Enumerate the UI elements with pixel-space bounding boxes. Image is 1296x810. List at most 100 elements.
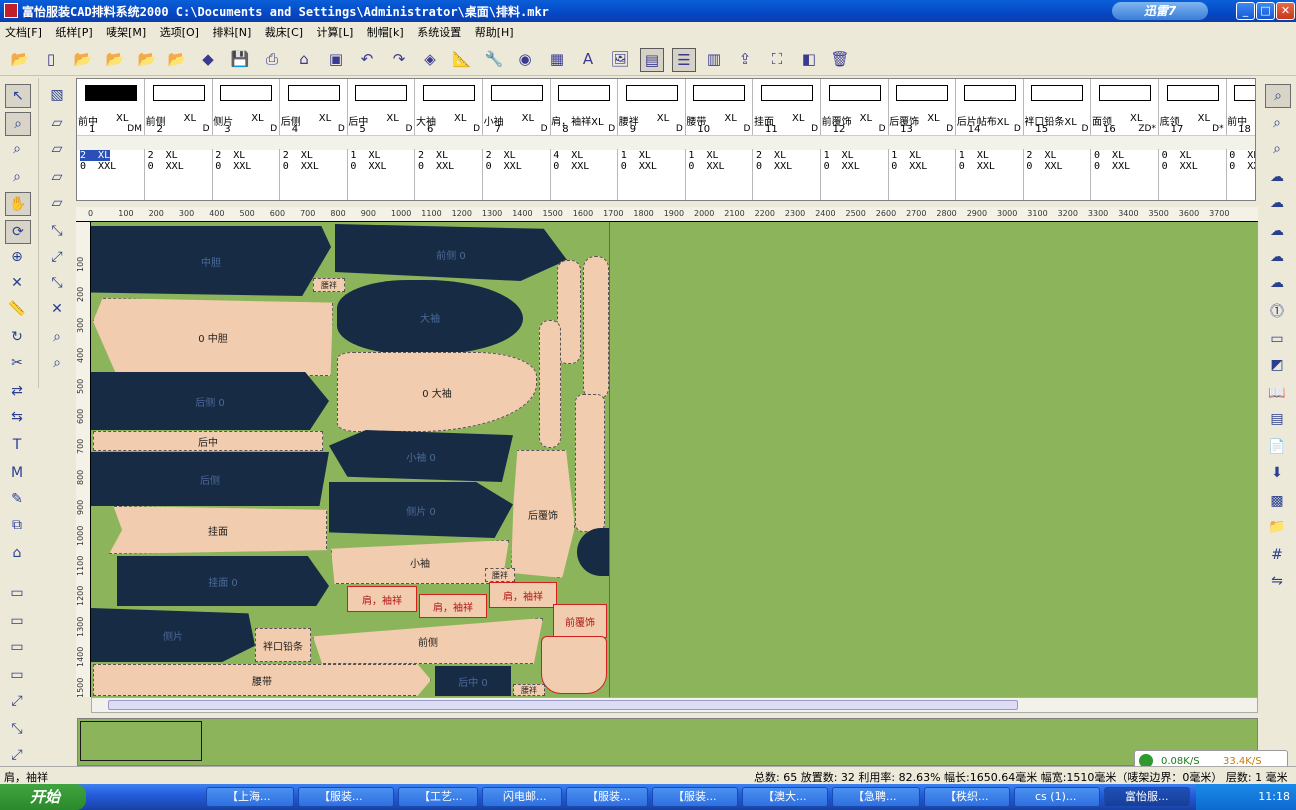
layout-view-icon[interactable]: ▤	[640, 48, 664, 72]
select-arrow-icon[interactable]: ↖	[5, 84, 31, 108]
preview-icon[interactable]: ▣	[325, 48, 347, 70]
menu-cutting[interactable]: 裁床[C]	[260, 22, 308, 40]
piece-cell[interactable]: 前覆饰 XL 12 D	[821, 79, 889, 135]
marker-icon[interactable]: ◧	[798, 48, 820, 70]
place-piece-5-icon[interactable]: ☁	[1265, 272, 1289, 294]
menu-nesting[interactable]: 排料[N]	[207, 22, 256, 40]
piece-belt[interactable]: 腰带	[93, 664, 431, 696]
piece-cell[interactable]: 底领 XL 17 D*	[1159, 79, 1227, 135]
menu-options[interactable]: 选项[O]	[155, 22, 204, 40]
piece-e-icon[interactable]: ⤢	[5, 690, 29, 712]
measure-icon[interactable]: 📏	[5, 298, 29, 320]
canvas-horizontal-scrollbar[interactable]	[91, 697, 1258, 713]
piece-collar-3[interactable]	[539, 320, 561, 448]
piece-cell[interactable]: 前侧 XL 2 D	[145, 79, 213, 135]
zoom-all-icon[interactable]: ⌕	[5, 166, 29, 188]
quantity-cell[interactable]: 2 XL 0 XXL	[77, 149, 145, 200]
menu-system-settings[interactable]: 系统设置	[412, 22, 466, 40]
piece-cell[interactable]: 腰袢 XL 9 D	[618, 79, 686, 135]
piece-side-panel-0[interactable]: 侧片 0	[329, 482, 513, 538]
piece-waist-tab-2[interactable]: 腰袢	[485, 568, 515, 582]
flip-icon[interactable]: ✕	[5, 272, 29, 294]
menu-document[interactable]: 文档[F]	[0, 22, 47, 40]
piece-d-icon[interactable]: ▭	[5, 664, 29, 686]
import-icon[interactable]: 📂	[166, 48, 188, 70]
piece-view-2-icon[interactable]: ▱	[45, 138, 69, 160]
zoom-in-right-icon[interactable]: ⌕	[1265, 112, 1289, 134]
piece-front-center[interactable]: 中胆	[91, 226, 331, 296]
piece-cell[interactable]: 小袖 XL 7 D	[483, 79, 551, 135]
start-button[interactable]: 开始	[0, 784, 86, 810]
text-image-icon[interactable]: 🖼	[609, 48, 631, 70]
quantity-cell[interactable]: 1 XL 0 XXL	[821, 149, 889, 200]
rectangle-icon[interactable]: ▭	[1265, 328, 1289, 350]
scrollbar-thumb[interactable]	[108, 700, 1018, 710]
piece-facing-0[interactable]: 挂面 0	[117, 556, 329, 606]
quantity-cell[interactable]: 4 XL 0 XXL	[550, 149, 619, 200]
task-item[interactable]: cs (1)...	[1014, 787, 1100, 807]
menu-calculate[interactable]: 计算[L]	[312, 22, 359, 40]
piece-shoulder-tab-1[interactable]: 肩，袖祥	[347, 586, 417, 612]
quantity-cell[interactable]: 2 XL 0 XXL	[415, 149, 483, 200]
counter-icon[interactable]: ⓵	[1265, 300, 1289, 322]
text-tool-icon[interactable]: T	[5, 434, 29, 456]
task-item-active[interactable]: 富怡服...	[1104, 787, 1190, 807]
minimize-button[interactable]: _	[1236, 2, 1255, 20]
close-button[interactable]: ✕	[1276, 2, 1295, 20]
piece-view-4-icon[interactable]: ▱	[45, 192, 69, 214]
transform-1-icon[interactable]: ⤡	[45, 220, 69, 242]
open-marker-icon[interactable]: 📂	[104, 48, 126, 70]
task-item[interactable]: 【秩织...	[924, 787, 1010, 807]
piece-front-center-0[interactable]: 0 中胆	[93, 298, 333, 376]
piece-cell[interactable]: 面领 XL 16 ZD*	[1091, 79, 1159, 135]
quantity-cell[interactable]: 2 XL 0 XXL	[212, 149, 281, 200]
piece-shoulder-tab-3[interactable]: 肩，袖祥	[489, 582, 557, 608]
piece-list-scrollbar[interactable]	[77, 135, 1255, 150]
place-piece-3-icon[interactable]: ☁	[1265, 220, 1289, 242]
zoom-fit-icon[interactable]: ⌕	[5, 112, 31, 136]
cut-icon[interactable]: ✂	[5, 352, 29, 374]
piece-small-sleeve-0[interactable]: 小袖 0	[329, 430, 513, 482]
piece-back-side[interactable]: 后侧	[91, 452, 329, 506]
piece-waist-tab[interactable]: 腰袢	[313, 278, 345, 292]
align-icon[interactable]: ⧉	[5, 514, 29, 536]
piece-b-icon[interactable]: ▭	[5, 610, 29, 632]
piece-shoulder-tab-2[interactable]: 肩，袖祥	[419, 594, 487, 618]
quantity-cell[interactable]: 2 XL 0 XXL	[145, 149, 213, 200]
cross-grid-icon[interactable]: ▩	[1265, 490, 1289, 512]
quantity-cell[interactable]: 1 XL 0 XXL	[888, 149, 957, 200]
swap-icon[interactable]: ⇋	[1265, 570, 1289, 592]
open-icon[interactable]: 📂	[72, 48, 94, 70]
piece-side-panel[interactable]: 侧片	[91, 608, 255, 662]
place-piece-1-icon[interactable]: ☁	[1265, 166, 1289, 188]
piece-cell[interactable]: 后侧 XL 4 D	[280, 79, 348, 135]
transform-2-icon[interactable]: ⤢	[45, 246, 69, 268]
undo-icon[interactable]: ↶	[356, 48, 378, 70]
table-icon[interactable]: ▦	[546, 48, 568, 70]
delete-icon[interactable]: 🗑	[829, 48, 851, 70]
zoom-window-icon[interactable]: ⌕	[5, 138, 29, 160]
quantity-cell[interactable]: 2 XL 0 XXL	[1023, 149, 1092, 200]
overlap-icon[interactable]: ◩	[1265, 354, 1289, 376]
piece-front-yoke[interactable]: 前覆饰	[553, 604, 607, 638]
piece-view-1-icon[interactable]: ▱	[45, 112, 69, 134]
piece-back-side-0[interactable]: 后侧 0	[91, 372, 329, 430]
print-icon[interactable]: ⎙	[261, 48, 283, 70]
overview-panel[interactable]	[77, 718, 1258, 766]
document-icon[interactable]: 📄	[1265, 436, 1289, 458]
zoom-fit-right-icon[interactable]: ⌕	[1265, 84, 1291, 108]
color-palette-icon[interactable]: ▧	[45, 84, 69, 106]
text-icon[interactable]: A	[577, 48, 599, 70]
piece-back-center[interactable]: 后中	[93, 431, 323, 451]
marker-canvas[interactable]: 中胆 腰袢 前侧 0 0 中胆 大袖 0 大袖 后侧 0 后中 小袖 0 后侧 …	[91, 222, 1258, 697]
book-icon[interactable]: 📖	[1265, 382, 1289, 404]
transform-3-icon[interactable]: ⤡	[45, 272, 69, 294]
task-item[interactable]: 【服装...	[298, 787, 394, 807]
fill-icon[interactable]: ⛶	[766, 48, 788, 70]
piece-big-sleeve-0[interactable]: 0 大袖	[337, 352, 537, 432]
quantity-cell[interactable]: 1 XL 0 XXL	[618, 149, 686, 200]
maximize-button[interactable]: □	[1256, 2, 1275, 20]
place-piece-2-icon[interactable]: ☁	[1265, 192, 1289, 214]
quantity-cell[interactable]: 0 XL0 XXL	[1159, 149, 1227, 200]
edit-icon[interactable]: ✎	[5, 488, 29, 510]
